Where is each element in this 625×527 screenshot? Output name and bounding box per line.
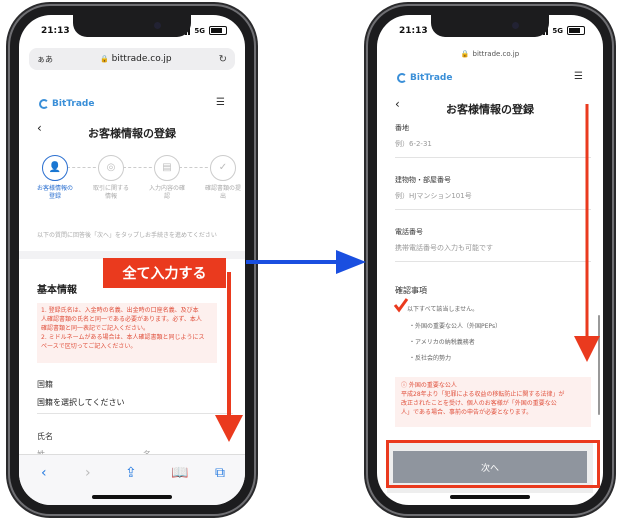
down-arrow-right-head [574, 336, 600, 362]
notch [431, 15, 549, 37]
down-arrow-left-head [215, 415, 243, 442]
next-button-highlight [386, 440, 600, 488]
notch [73, 15, 191, 37]
blue-arrow-head [336, 250, 366, 274]
